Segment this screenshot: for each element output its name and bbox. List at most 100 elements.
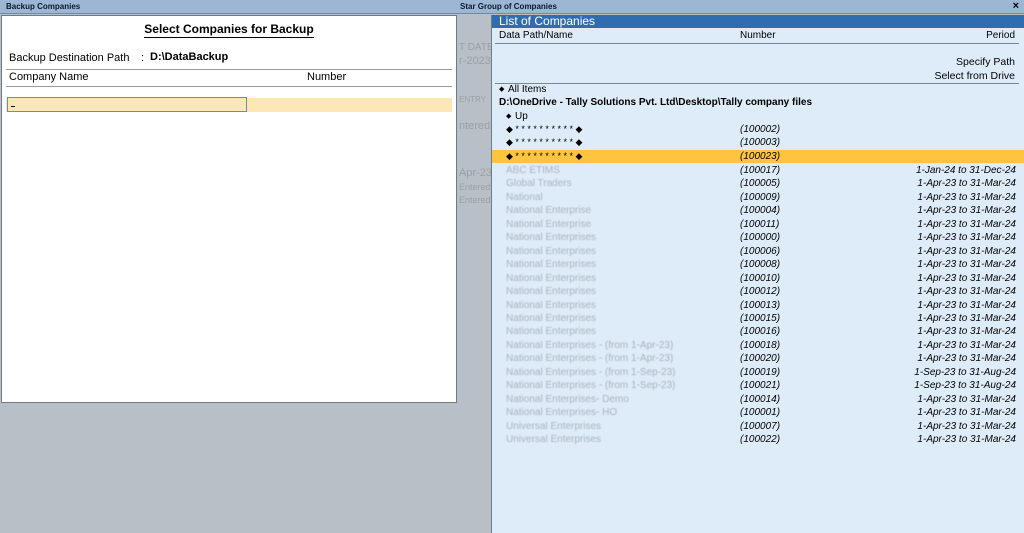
list-item-company[interactable]: National Enterprises - (from 1-Apr-23) (1…	[492, 352, 1024, 365]
list-item-company[interactable]: National Enterprises (100015) 1-Apr-23 to …	[492, 312, 1024, 325]
company-number: (100010)	[740, 272, 781, 284]
company-number: (100006)	[740, 245, 781, 257]
company-name: Universal Enterprises	[506, 420, 602, 432]
company-period: 1-Apr-23 to 31-Mar-24	[917, 353, 1016, 365]
company-name: National Enterprises- Demo	[506, 393, 629, 405]
ghost-text: Apr-23	[459, 167, 493, 179]
list-item-masked-company[interactable]: ◆ * * * * * * * * * * ◆ (100002)	[492, 123, 1024, 136]
company-number: (100005)	[740, 178, 781, 190]
company-period: 1-Apr-23 to 31-Mar-24	[917, 286, 1016, 298]
company-name: National Enterprises	[506, 326, 597, 338]
list-item-company[interactable]: National Enterprises (100016) 1-Apr-23 to …	[492, 325, 1024, 338]
company-name: National Enterprises	[506, 259, 597, 271]
destination-path-colon: :	[141, 52, 145, 64]
company-period: 1-Apr-23 to 31-Mar-24	[917, 339, 1016, 351]
list-item-company[interactable]: National Enterprises- HO (100001) 1-Apr-23…	[492, 406, 1024, 419]
list-item-up[interactable]: ◆ Up	[492, 110, 1024, 123]
ghost-text: ENTRY	[459, 95, 486, 104]
list-item-company[interactable]: Global Traders (100005) 1-Apr-23 to 31-Mar…	[492, 177, 1024, 190]
panel-title: Select Companies for Backup	[2, 22, 456, 38]
company-name-column-header: Company Name	[9, 71, 89, 83]
company-name: National	[506, 191, 543, 203]
company-number: (100014)	[740, 393, 781, 405]
company-period: 1-Apr-23 to 31-Mar-24	[917, 178, 1016, 190]
company-name: National Enterprises - (from 1-Sep-23)	[506, 380, 676, 392]
number-column-header: Number	[740, 30, 776, 41]
close-icon[interactable]: ×	[1013, 0, 1019, 12]
company-name: National Enterprises - (from 1-Apr-23)	[506, 353, 674, 365]
data-path-column-header: Data Path/Name	[499, 30, 573, 41]
list-item-all-items[interactable]: ◆ All Items	[492, 83, 1024, 96]
backup-companies-panel: Select Companies for Backup Backup Desti…	[1, 15, 457, 403]
diamond-icon: ◆	[499, 86, 505, 93]
list-item-company[interactable]: National Enterprises - (from 1-Apr-23) (1…	[492, 339, 1024, 352]
company-number: (100015)	[740, 312, 781, 324]
list-item-company[interactable]: Universal Enterprises (100007) 1-Apr-23 to…	[492, 420, 1024, 433]
company-number: (100020)	[740, 353, 781, 365]
company-name: ABC ETIMS	[506, 165, 560, 176]
company-number: (100000)	[740, 232, 781, 244]
company-period: 1-Jan-24 to 31-Dec-24	[915, 165, 1016, 176]
specify-path-button[interactable]: Specify Path	[956, 56, 1015, 68]
current-path: D:\OneDrive - Tally Solutions Pvt. Ltd\D…	[492, 96, 1024, 109]
list-item-company[interactable]: National Enterprises (100010) 1-Apr-23 to …	[492, 272, 1024, 285]
divider	[6, 69, 452, 70]
company-number: (100008)	[740, 259, 781, 271]
list-item-company[interactable]: National Enterprise (100011) 1-Apr-23 to 3…	[492, 218, 1024, 231]
company-period: 1-Apr-23 to 31-Mar-24	[917, 218, 1016, 230]
list-item-company[interactable]: National Enterprises - (from 1-Sep-23) (1…	[492, 379, 1024, 392]
company-period: 1-Apr-23 to 31-Mar-24	[917, 299, 1016, 311]
company-period: 1-Apr-23 to 31-Mar-24	[917, 272, 1016, 284]
select-from-drive-button[interactable]: Select from Drive	[934, 70, 1015, 82]
company-period: 1-Sep-23 to 31-Aug-24	[914, 366, 1016, 378]
ghost-text: ntered	[459, 120, 491, 132]
ghost-text: Entered	[459, 195, 491, 205]
list-item-company[interactable]: National (100009) 1-Apr-23 to 31-Mar-24	[492, 191, 1024, 204]
company-period: 1-Apr-23 to 31-Mar-24	[917, 393, 1016, 405]
list-item-masked-company[interactable]: ◆ * * * * * * * * * * ◆ (100003)	[492, 136, 1024, 149]
list-item-company[interactable]: Universal Enterprises (100022) 1-Apr-23 to…	[492, 433, 1024, 446]
list-item-company[interactable]: National Enterprises- Demo (100014) 1-Apr-…	[492, 393, 1024, 406]
company-number: (100007)	[740, 420, 781, 432]
current-path-text: D:\OneDrive - Tally Solutions Pvt. Ltd\D…	[499, 97, 813, 108]
list-item-masked-company[interactable]: ◆ * * * * * * * * * * ◆ (100023)	[492, 149, 1024, 163]
company-number: (100013)	[740, 299, 781, 311]
destination-path-label: Backup Destination Path	[9, 52, 130, 64]
company-name: National Enterprises	[506, 245, 597, 257]
company-period: 1-Apr-23 to 31-Mar-24	[917, 191, 1016, 203]
list-title: List of Companies	[492, 15, 1024, 28]
company-group-title: Star Group of Companies	[460, 2, 557, 11]
up-label: Up	[515, 111, 528, 122]
list-item-company[interactable]: National Enterprise (100004) 1-Apr-23 to 3…	[492, 204, 1024, 217]
list-item-company[interactable]: National Enterprises (100006) 1-Apr-23 to …	[492, 245, 1024, 258]
company-number: (100019)	[740, 366, 781, 378]
company-number: (100003)	[740, 137, 781, 149]
company-name: National Enterprises	[506, 232, 597, 244]
company-number: (100016)	[740, 326, 781, 338]
list-item-company[interactable]: National Enterprises (100012) 1-Apr-23 to …	[492, 285, 1024, 298]
company-number: (100004)	[740, 205, 781, 217]
ghost-text: T DATE	[459, 42, 494, 53]
ghost-text: r-2023	[459, 55, 491, 67]
company-number: (100023)	[740, 150, 781, 162]
panel-title-text: Select Companies for Backup	[144, 22, 314, 38]
divider	[495, 43, 1019, 44]
company-period: 1-Apr-23 to 31-Mar-24	[917, 312, 1016, 324]
list-of-companies-panel: List of Companies Data Path/Name Number …	[491, 15, 1024, 533]
company-name-input[interactable]	[7, 97, 247, 112]
list-item-company[interactable]: National Enterprises (100008) 1-Apr-23 to …	[492, 258, 1024, 271]
company-period: 1-Apr-23 to 31-Mar-24	[917, 232, 1016, 244]
company-number: (100011)	[740, 218, 780, 230]
company-name: ◆ * * * * * * * * * * ◆	[506, 137, 583, 148]
company-name: National Enterprises- HO	[506, 407, 618, 419]
company-name: National Enterprises	[506, 272, 597, 284]
destination-path-value[interactable]: D:\DataBackup	[150, 51, 228, 63]
list-item-company[interactable]: National Enterprises - (from 1-Sep-23) (1…	[492, 366, 1024, 379]
company-name: National Enterprises	[506, 286, 597, 298]
list-item-company[interactable]: ABC ETIMS (100017) 1-Jan-24 to 31-Dec-24	[492, 164, 1024, 177]
company-period: 1-Apr-23 to 31-Mar-24	[917, 407, 1016, 419]
divider	[6, 86, 452, 87]
list-item-company[interactable]: National Enterprises (100000) 1-Apr-23 to …	[492, 231, 1024, 244]
company-name: National Enterprises - (from 1-Apr-23)	[506, 339, 674, 351]
list-item-company[interactable]: National Enterprises (100013) 1-Apr-23 to …	[492, 299, 1024, 312]
